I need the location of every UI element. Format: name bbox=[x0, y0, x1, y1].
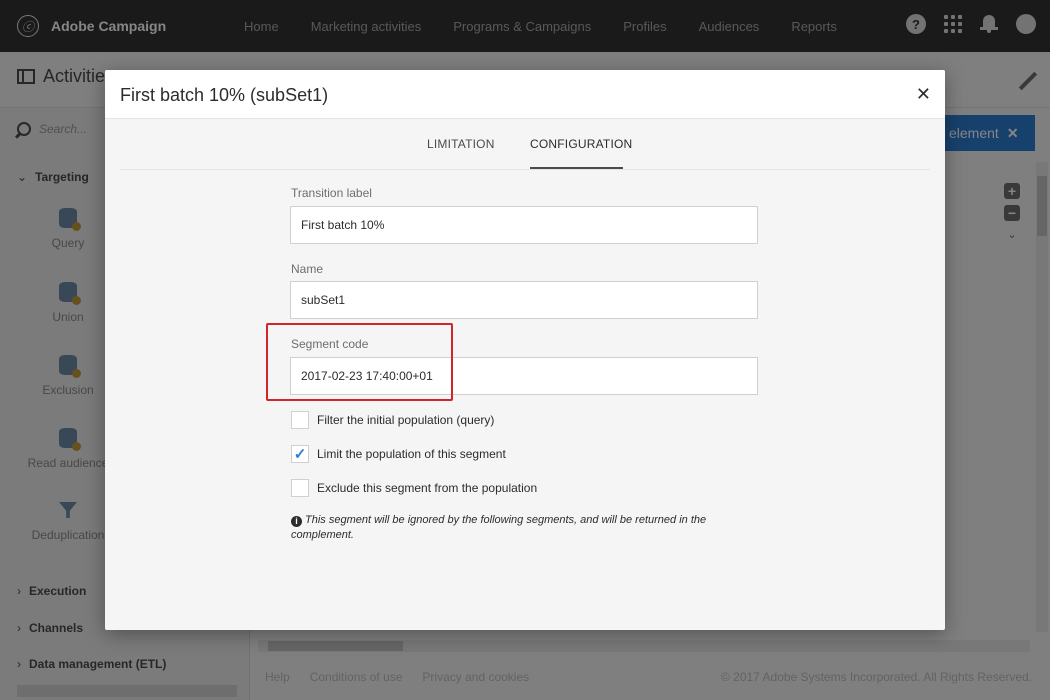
filter-initial-population-checkbox[interactable]: Filter the initial population (query) bbox=[291, 411, 494, 429]
name-label: Name bbox=[291, 262, 324, 276]
checkmark-icon[interactable]: ✓ bbox=[291, 445, 309, 463]
limit-population-checkbox[interactable]: ✓ Limit the population of this segment bbox=[291, 445, 506, 463]
dialog-header: First batch 10% (subSet1) ✕ bbox=[105, 70, 945, 119]
segment-note: i This segment will be ignored by the fol… bbox=[291, 513, 751, 543]
name-field[interactable] bbox=[290, 281, 758, 319]
checkbox-label: Exclude this segment from the population bbox=[317, 481, 538, 495]
transition-label-label: Transition label bbox=[291, 186, 372, 200]
tab-divider bbox=[120, 169, 930, 170]
segment-code-highlight bbox=[266, 323, 453, 401]
note-text: This segment will be ignored by the foll… bbox=[291, 514, 707, 541]
tab-configuration[interactable]: CONFIGURATION bbox=[530, 137, 632, 151]
checkbox-label: Filter the initial population (query) bbox=[317, 413, 495, 427]
checkbox-unchecked[interactable] bbox=[291, 479, 309, 497]
info-icon: i bbox=[291, 516, 302, 527]
tab-limitation[interactable]: LIMITATION bbox=[427, 137, 495, 151]
transition-dialog: First batch 10% (subSet1) ✕ LIMITATION C… bbox=[105, 70, 945, 630]
dialog-title: First batch 10% (subSet1) bbox=[120, 85, 329, 105]
close-icon[interactable]: ✕ bbox=[916, 84, 931, 105]
transition-label-field[interactable] bbox=[290, 206, 758, 244]
checkbox-unchecked[interactable] bbox=[291, 411, 309, 429]
checkbox-label: Limit the population of this segment bbox=[317, 447, 506, 461]
exclude-segment-checkbox[interactable]: Exclude this segment from the population bbox=[291, 479, 537, 497]
dialog-tabs: LIMITATION CONFIGURATION bbox=[105, 119, 945, 169]
